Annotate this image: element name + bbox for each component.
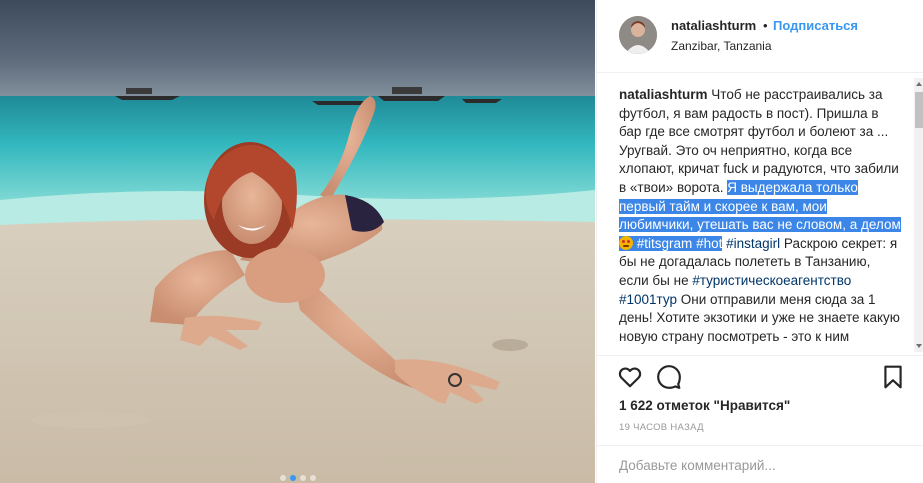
avatar[interactable] bbox=[619, 16, 657, 54]
scroll-up-arrow-icon[interactable] bbox=[916, 82, 922, 86]
follow-button[interactable]: Подписаться bbox=[773, 18, 858, 33]
bookmark-icon[interactable] bbox=[880, 364, 906, 390]
post-side-panel: nataliashturm • Подписаться Zanzibar, Ta… bbox=[596, 0, 923, 483]
carousel-dot bbox=[279, 475, 286, 481]
post-timestamp[interactable]: 19 ЧАСОВ НАЗАД bbox=[619, 422, 704, 433]
post-header: nataliashturm • Подписаться Zanzibar, Ta… bbox=[597, 0, 923, 73]
caption-username-link[interactable]: nataliashturm bbox=[619, 87, 708, 102]
hashtag-titsgram[interactable]: #titsgram bbox=[637, 236, 693, 251]
hashtag-touristic-agency[interactable]: #туристическоеагентство bbox=[692, 273, 851, 288]
carousel-dot bbox=[309, 475, 316, 481]
scroll-down-arrow-icon[interactable] bbox=[916, 344, 922, 348]
likes-count[interactable]: 1 622 отметок "Нравится" bbox=[619, 398, 790, 413]
hashtag-1001tour[interactable]: #1001тур bbox=[619, 292, 677, 307]
heart-icon[interactable] bbox=[617, 364, 643, 390]
avatar-image bbox=[619, 16, 657, 54]
smiling-face-emoji-icon bbox=[619, 235, 633, 250]
comment-bubble-icon[interactable] bbox=[656, 364, 682, 390]
username-link[interactable]: nataliashturm bbox=[671, 18, 756, 33]
carousel-dot bbox=[299, 475, 306, 481]
post-actions bbox=[597, 356, 923, 396]
carousel-dot bbox=[289, 475, 296, 481]
carousel-indicator bbox=[0, 475, 595, 481]
beach-photo-image bbox=[0, 0, 595, 483]
hashtag-instagirl[interactable]: #instagirl bbox=[726, 236, 780, 251]
caption-text: Чтоб не расстраивались за футбол, я вам … bbox=[619, 87, 899, 195]
caption-area: nataliashturm Чтоб не расстраивались за … bbox=[619, 86, 901, 354]
scrollbar-thumb[interactable] bbox=[915, 92, 923, 128]
caption-scrollbar[interactable] bbox=[914, 78, 923, 352]
post-photo[interactable] bbox=[0, 0, 595, 483]
add-comment-input[interactable] bbox=[619, 458, 899, 473]
location-link[interactable]: Zanzibar, Tanzania bbox=[671, 39, 772, 53]
divider bbox=[597, 445, 923, 446]
separator-dot: • bbox=[763, 18, 768, 33]
hashtag-hot[interactable]: #hot bbox=[696, 236, 722, 251]
